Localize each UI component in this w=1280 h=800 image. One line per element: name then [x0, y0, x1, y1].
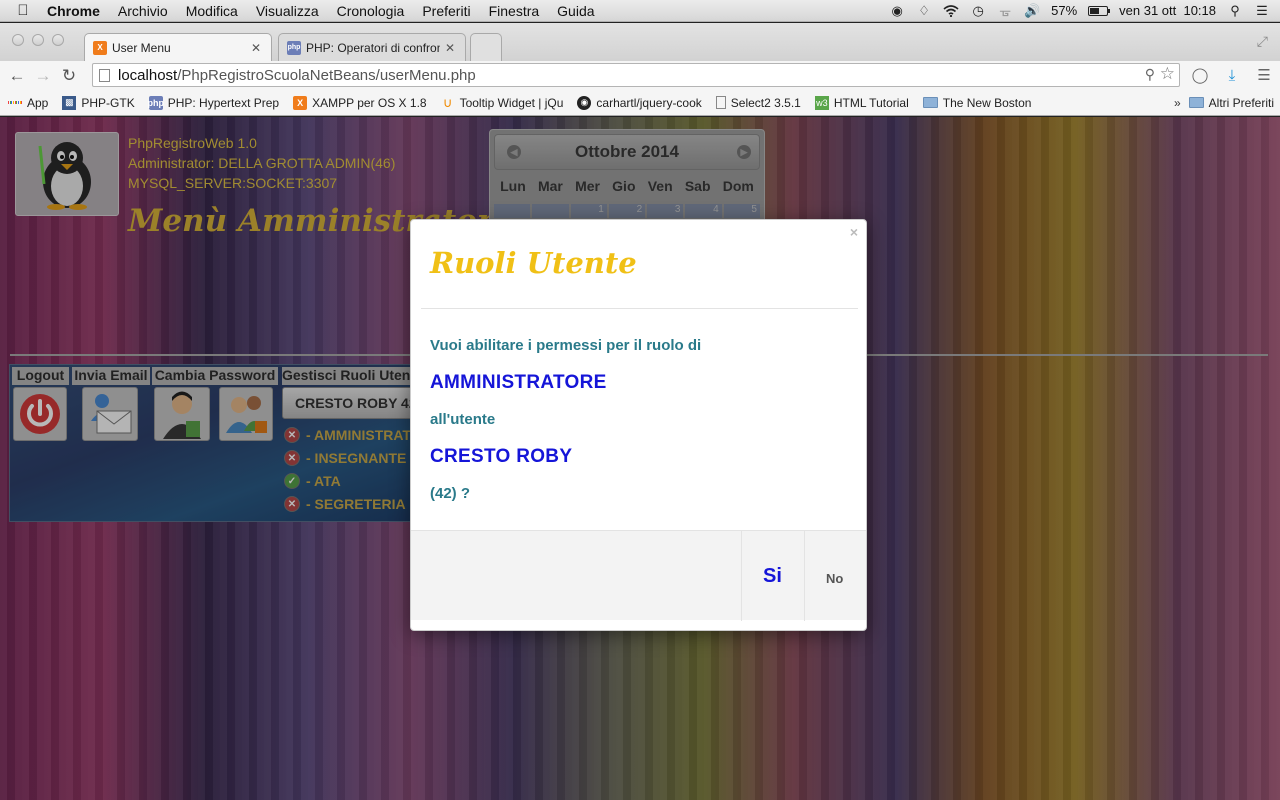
url-path: /PhpRegistroScuolaNetBeans/userMenu.php	[177, 66, 476, 84]
bookmark-label: PHP-GTK	[81, 95, 135, 110]
xampp-icon: X	[293, 95, 308, 110]
zoom-icon[interactable]: ⚲	[1145, 66, 1155, 83]
menu-archivio[interactable]: Archivio	[109, 3, 177, 19]
chrome-toolbar: ← → ↻ localhost/PhpRegistroScuolaNetBean…	[0, 61, 1280, 90]
folder-icon	[1188, 97, 1204, 108]
php-icon: php	[287, 40, 301, 55]
role-confirm-dialog: × Ruoli Utente Vuoi abilitare i permessi…	[410, 219, 867, 631]
circle-status-icon[interactable]: ◉	[889, 3, 905, 18]
bookmark-label: carhartl/jquery-cook	[596, 95, 702, 110]
dialog-divider	[421, 308, 858, 309]
menu-preferiti[interactable]: Preferiti	[413, 3, 479, 19]
yes-button[interactable]: Si	[763, 565, 782, 588]
bookmark-xampp[interactable]: X XAMPP per OS X 1.8	[293, 95, 427, 110]
status-tray: ◉ ♢ ◷ ᚗ 🔊 57% ven 31 ott 10:18 ⚲ ☰	[889, 3, 1280, 19]
fullscreen-icon[interactable]: ⤢	[1257, 33, 1268, 50]
battery-icon[interactable]	[1088, 5, 1111, 16]
menu-finestra[interactable]: Finestra	[480, 3, 549, 19]
download-icon[interactable]: ⤓	[1222, 65, 1242, 85]
github-icon: ◉	[577, 95, 592, 110]
chrome-tabstrip: X User Menu ✕ php PHP: Operatori di conf…	[0, 23, 1280, 61]
bookmark-altri-preferiti[interactable]: Altri Preferiti	[1188, 95, 1274, 110]
address-bar[interactable]: localhost/PhpRegistroScuolaNetBeans/user…	[92, 63, 1180, 87]
zoom-window-button[interactable]	[52, 34, 64, 46]
bookmark-label: The New Boston	[942, 95, 1032, 110]
bookmark-label: Select2 3.5.1	[730, 95, 801, 110]
close-icon[interactable]: ✕	[445, 41, 455, 55]
bookmark-php-gtk[interactable]: ▩ PHP-GTK	[62, 95, 135, 110]
url-host: localhost	[118, 66, 178, 84]
bookmark-label: PHP: Hypertext Prep	[167, 95, 280, 110]
apple-icon[interactable]: 	[8, 2, 38, 19]
dialog-to-user: all'utente	[430, 411, 496, 428]
new-tab-button[interactable]	[470, 33, 502, 61]
bookmarks-bar: App ▩ PHP-GTK php PHP: Hypertext Prep X …	[0, 90, 1280, 116]
page-icon	[715, 96, 726, 109]
xampp-icon: X	[93, 40, 107, 55]
w3schools-icon: w3	[814, 95, 829, 110]
dialog-footer: Si No	[411, 530, 866, 621]
minimize-window-button[interactable]	[32, 34, 44, 46]
no-button[interactable]: No	[826, 571, 843, 586]
spotlight-search-icon[interactable]: ⚲	[1227, 3, 1243, 18]
notification-center-icon[interactable]: ☰	[1254, 3, 1270, 18]
chrome-menu-icon[interactable]: ☰	[1254, 65, 1274, 85]
menu-app-name[interactable]: Chrome	[38, 3, 109, 19]
dialog-question: Vuoi abilitare i permessi per il ruolo d…	[430, 337, 702, 354]
close-window-button[interactable]	[12, 34, 24, 46]
dialog-user: CRESTO ROBY	[430, 446, 573, 467]
reload-icon[interactable]: ↻	[56, 66, 82, 86]
bookmark-tooltip-widget[interactable]: ∪ Tooltip Widget | jQu	[441, 94, 564, 110]
php-gtk-icon: ▩	[62, 95, 77, 110]
bookmark-label: XAMPP per OS X 1.8	[312, 95, 427, 110]
footer-divider	[741, 531, 742, 621]
bookmark-html-tutorial[interactable]: w3 HTML Tutorial	[814, 95, 909, 110]
menu-visualizza[interactable]: Visualizza	[247, 3, 328, 19]
tab-title: PHP: Operatori di confronto	[306, 40, 440, 55]
clock[interactable]: ven 31 ott 10:18	[1119, 3, 1216, 18]
bookmark-label: HTML Tutorial	[833, 95, 909, 110]
bookmark-the-new-boston[interactable]: The New Boston	[922, 95, 1032, 110]
footer-divider	[804, 531, 805, 621]
dialog-user-id: (42) ?	[430, 485, 471, 502]
macos-menubar:  Chrome Archivio Modifica Visualizza Cr…	[0, 0, 1280, 22]
bookmark-php[interactable]: php PHP: Hypertext Prep	[147, 95, 280, 110]
time-machine-icon[interactable]: ◷	[970, 3, 986, 18]
bluetooth-icon[interactable]: ᚗ	[997, 3, 1013, 18]
dialog-role: AMMINISTRATORE	[430, 372, 607, 393]
page-icon	[99, 68, 110, 82]
apps-grid-icon	[7, 96, 23, 110]
menu-cronologia[interactable]: Cronologia	[328, 3, 414, 19]
bookmark-jquery-cookie[interactable]: ◉ carhartl/jquery-cook	[577, 95, 702, 110]
bookmark-label: Altri Preferiti	[1208, 95, 1274, 110]
bookmark-label: App	[27, 95, 49, 110]
close-icon[interactable]: ✕	[251, 41, 261, 55]
folder-icon	[922, 97, 938, 108]
bookmark-star-icon[interactable]: ☆	[1160, 64, 1175, 84]
php-icon: php	[147, 95, 164, 110]
volume-icon[interactable]: 🔊	[1024, 3, 1040, 18]
evernote-icon[interactable]: ♢	[916, 3, 932, 18]
bookmark-select2[interactable]: Select2 3.5.1	[715, 95, 801, 110]
menu-guida[interactable]: Guida	[548, 3, 603, 19]
battery-percent: 57%	[1051, 3, 1078, 18]
forward-arrow-icon[interactable]: →	[30, 66, 56, 86]
tab-title: User Menu	[112, 40, 171, 55]
tab-user-menu[interactable]: X User Menu ✕	[84, 33, 272, 61]
window-controls	[12, 34, 64, 46]
tab-php-operators[interactable]: php PHP: Operatori di confronto ✕	[278, 33, 466, 61]
menu-modifica[interactable]: Modifica	[177, 3, 247, 19]
toolbar-extensions: ◯ ⤓ ☰	[1190, 65, 1274, 85]
bookmark-app[interactable]: App	[7, 95, 49, 110]
extension-icon[interactable]: ◯	[1190, 65, 1210, 85]
close-icon[interactable]: ×	[850, 224, 858, 240]
bookmarks-more-button[interactable]: »	[1174, 96, 1181, 110]
bookmarks-overflow: » Altri Preferiti	[1174, 96, 1280, 110]
back-arrow-icon[interactable]: ←	[4, 66, 30, 86]
dialog-title: Ruoli Utente	[430, 246, 637, 280]
wifi-icon[interactable]	[943, 4, 959, 18]
bookmark-label: Tooltip Widget | jQu	[459, 95, 564, 110]
jquery-icon: ∪	[442, 94, 453, 110]
